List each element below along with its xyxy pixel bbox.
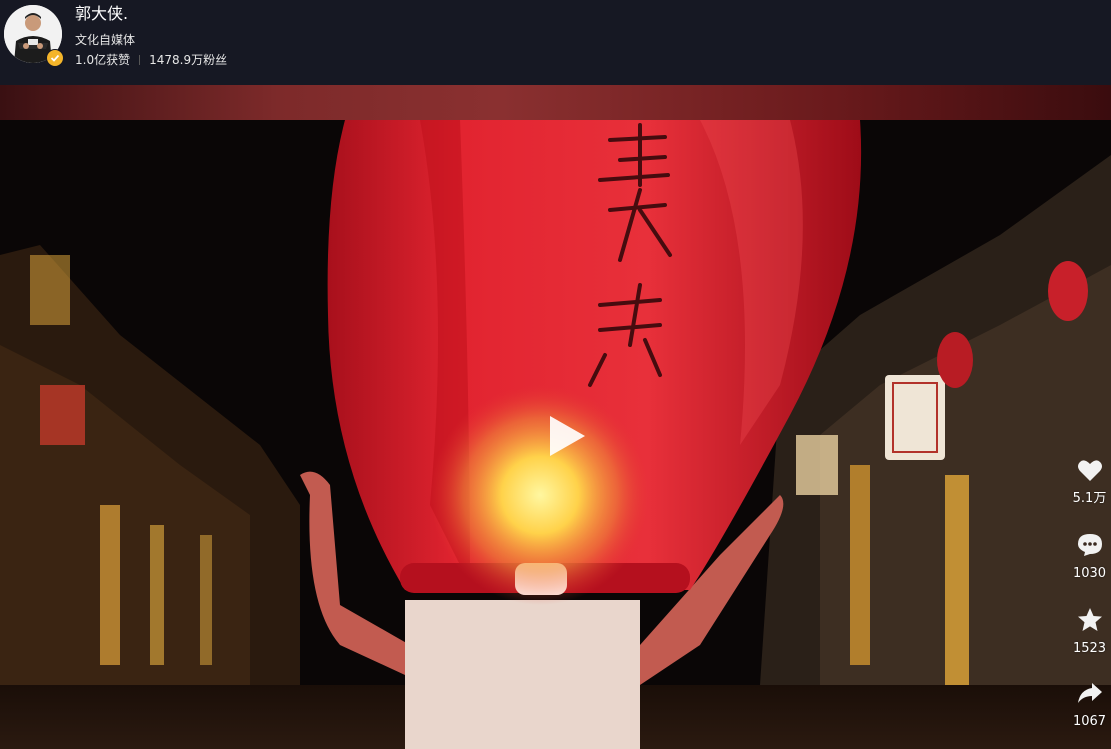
likes-count: 1.0亿获赞 [75,53,131,67]
play-icon[interactable] [546,413,588,463]
comment-button[interactable]: 1030 [1068,533,1111,582]
favorite-button[interactable]: 1523 [1068,607,1111,657]
creator-header: 郭大侠. 文化自媒体 1.0亿获赞 1478.9万粉丝 [0,0,1111,85]
video-player[interactable]: 5.1万 1030 1523 1067 [0,85,1111,749]
favorite-count: 1523 [1072,641,1107,656]
heart-icon [1077,458,1103,486]
star-icon [1077,607,1103,636]
like-count: 5.1万 [1072,491,1107,506]
like-button[interactable]: 5.1万 [1068,458,1111,507]
creator-description: 文化自媒体 [75,33,136,47]
stats-divider [139,55,141,65]
share-button[interactable]: 1067 [1068,681,1111,730]
share-count: 1067 [1072,714,1107,729]
verified-badge-icon [46,49,64,67]
share-icon [1077,681,1103,709]
creator-stats: 1.0亿获赞 1478.9万粉丝 [75,52,227,68]
creator-name[interactable]: 郭大侠. [75,4,128,24]
comment-count: 1030 [1072,566,1107,581]
comment-icon [1077,533,1103,561]
video-top-banner [0,85,1111,120]
fans-count: 1478.9万粉丝 [149,53,228,67]
